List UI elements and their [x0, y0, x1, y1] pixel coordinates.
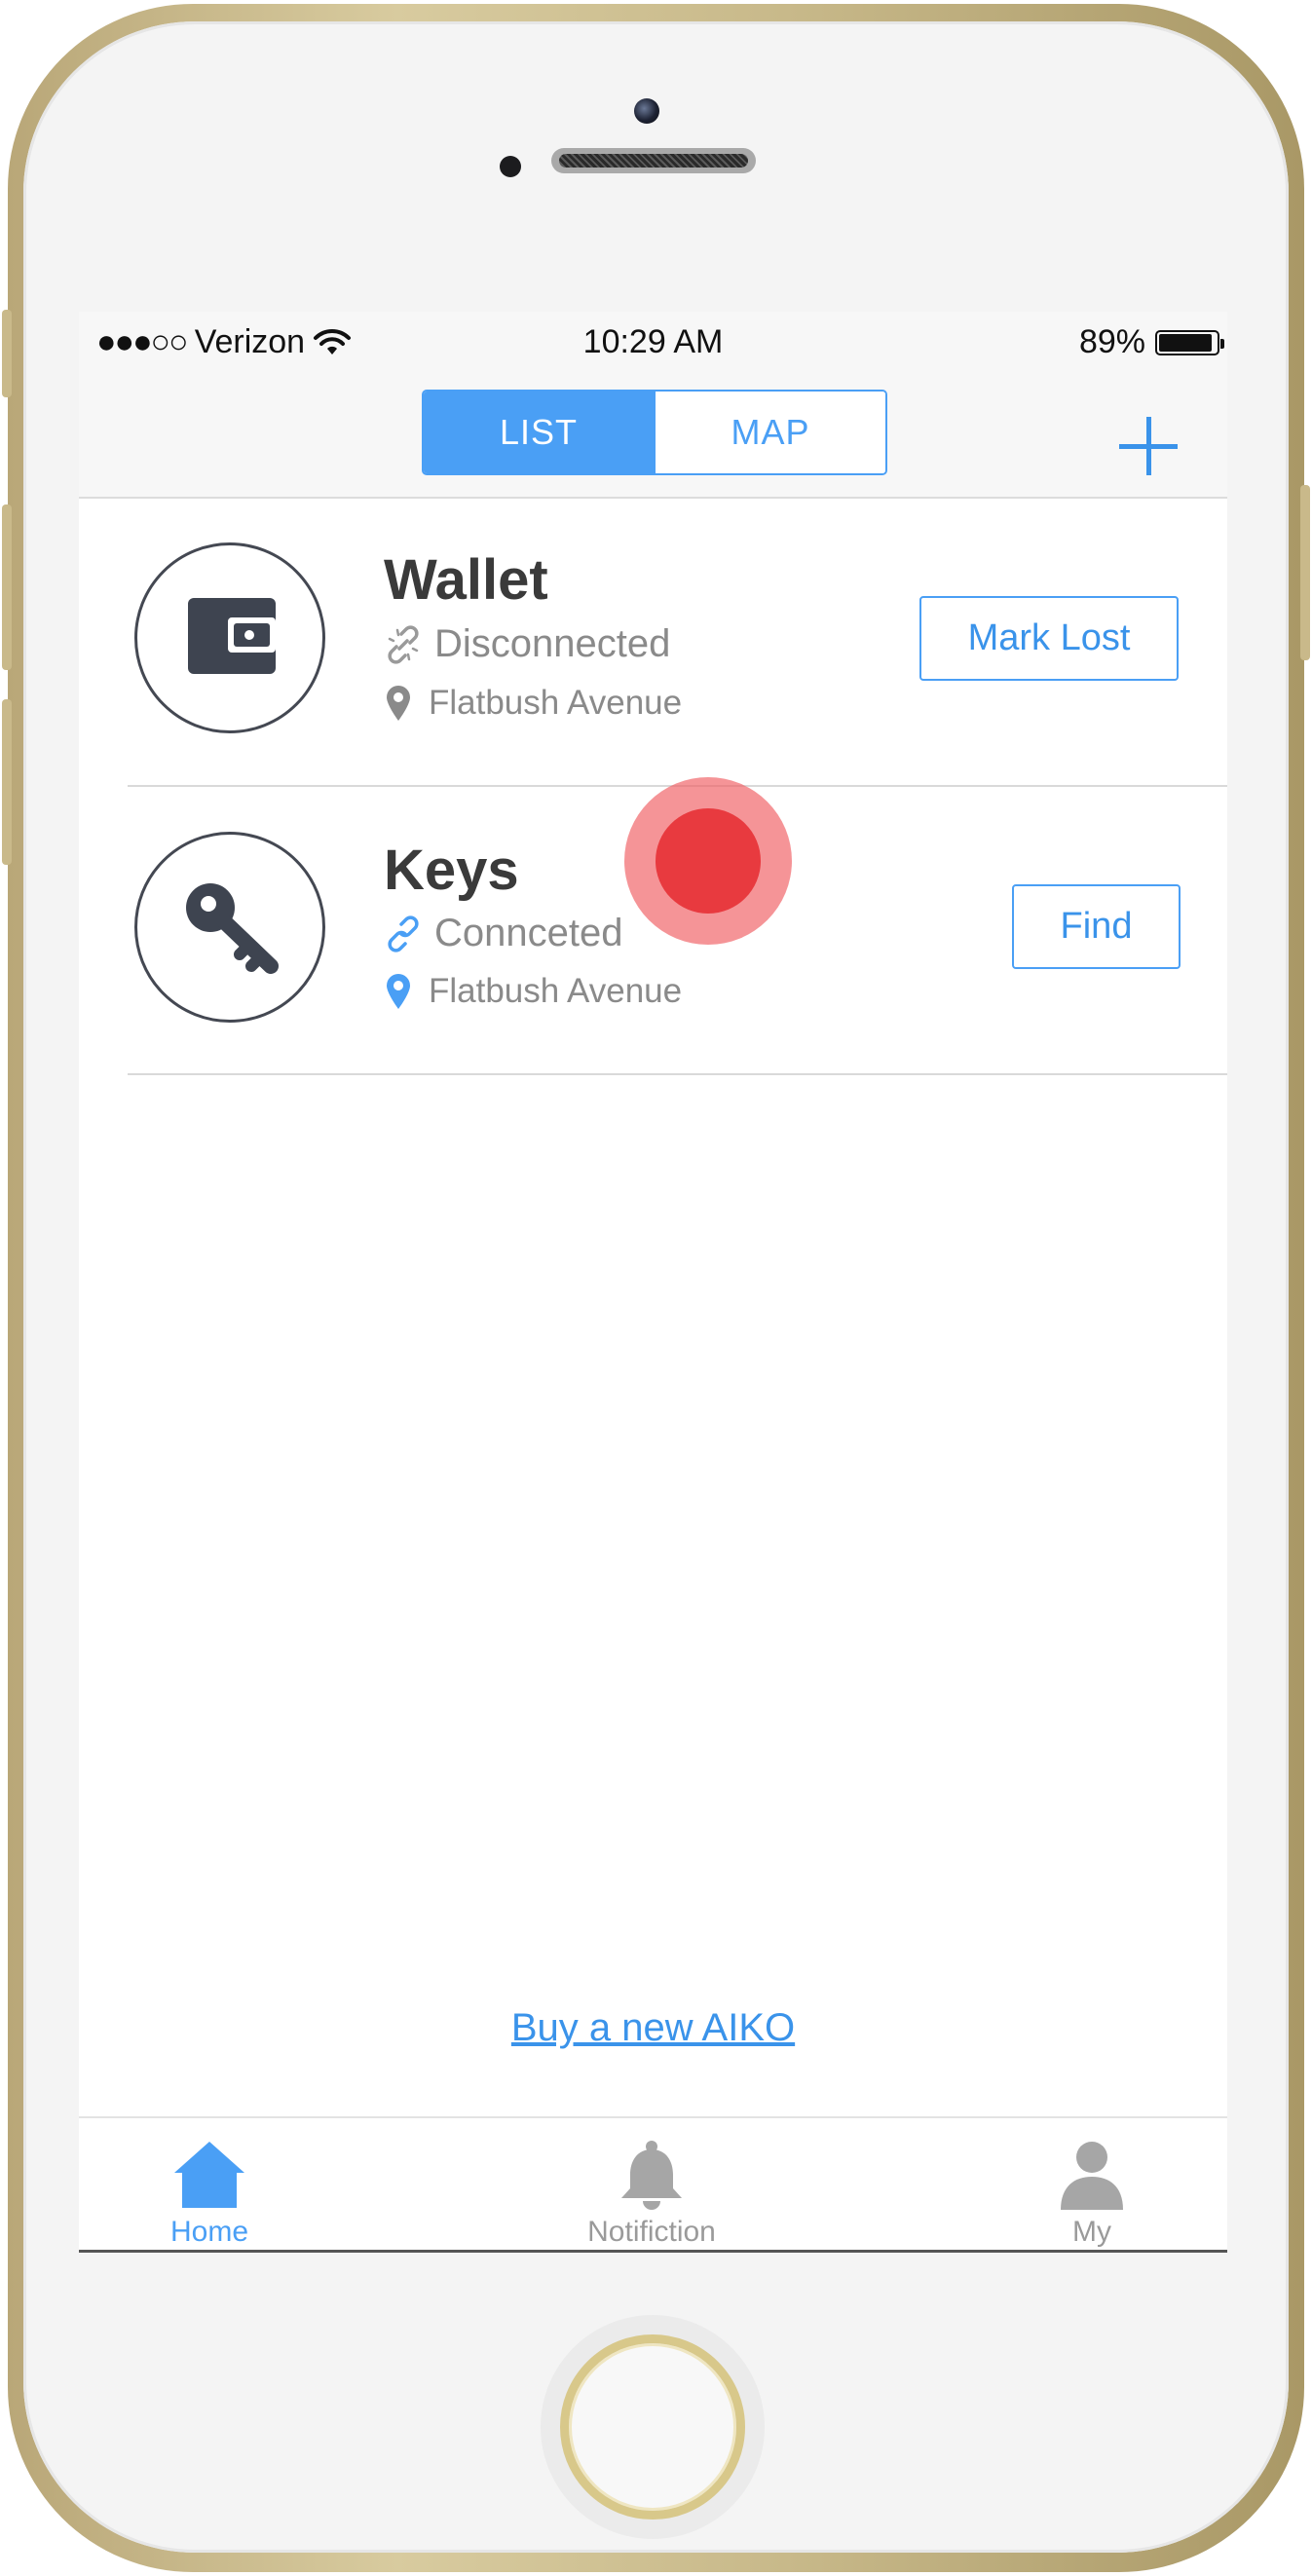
item-location: Flatbush Avenue [384, 972, 682, 1011]
bell-icon [621, 2141, 682, 2210]
status-time: 10:29 AM [582, 323, 724, 360]
front-camera [634, 98, 659, 124]
device-list: Wallet Disconnected Flatbush Avenue Mark… [79, 499, 1227, 2116]
tab-home-label: Home [169, 2216, 249, 2248]
tab-list[interactable]: LIST [424, 392, 654, 473]
list-item[interactable]: Wallet Disconnected Flatbush Avenue Mark… [79, 499, 1227, 787]
wallet-icon [188, 598, 276, 674]
mark-lost-button[interactable]: Mark Lost [919, 596, 1179, 681]
tab-home[interactable]: Home [102, 2118, 317, 2253]
volume-up-button [2, 504, 12, 670]
earpiece-speaker [551, 148, 756, 173]
touch-indicator [656, 808, 761, 914]
proximity-sensor [500, 156, 521, 177]
find-button[interactable]: Find [1012, 884, 1181, 969]
location-pin-icon [387, 974, 410, 1009]
item-location-label: Flatbush Avenue [429, 972, 683, 1010]
mute-switch [2, 310, 12, 397]
item-name: Keys [384, 839, 519, 902]
item-avatar [134, 542, 325, 733]
tab-notification[interactable]: Notifiction [544, 2118, 759, 2253]
item-status-label: Connceted [434, 912, 623, 954]
tab-my-label: My [1072, 2216, 1111, 2248]
buy-new-aiko-link[interactable]: Buy a new AIKO [79, 2006, 1227, 2050]
battery-icon [1155, 329, 1224, 355]
home-icon [174, 2142, 244, 2208]
tab-map[interactable]: MAP [654, 392, 885, 473]
tab-notification-label: Notifiction [587, 2216, 716, 2248]
home-button[interactable] [560, 2334, 745, 2520]
nav-bar: LIST MAP [79, 374, 1227, 499]
item-status: Connceted [384, 912, 622, 955]
view-segmented-control: LIST MAP [422, 390, 887, 475]
link-icon [388, 915, 419, 952]
app-screen: ●●●○○ Verizon 10:29 AM 89% LIST MAP Wall… [79, 312, 1227, 2253]
item-name: Wallet [384, 548, 548, 612]
item-status: Disconnected [384, 622, 670, 666]
item-status-label: Disconnected [434, 622, 671, 665]
item-location-label: Flatbush Avenue [429, 684, 683, 722]
user-icon [1061, 2142, 1123, 2210]
broken-link-icon [388, 624, 419, 664]
status-bar: ●●●○○ Verizon 10:29 AM 89% [79, 312, 1227, 374]
key-icon [186, 883, 279, 974]
row-divider [128, 1073, 1227, 1075]
location-pin-icon [387, 686, 410, 721]
item-avatar [134, 832, 325, 1023]
battery-percent: 89% [1078, 323, 1145, 360]
power-button [1300, 485, 1310, 660]
tab-my[interactable]: My [985, 2118, 1199, 2253]
plus-icon[interactable] [1119, 417, 1178, 475]
tab-bar: Home Notifiction My [79, 2116, 1227, 2253]
item-location: Flatbush Avenue [384, 684, 682, 723]
volume-down-button [2, 699, 12, 865]
